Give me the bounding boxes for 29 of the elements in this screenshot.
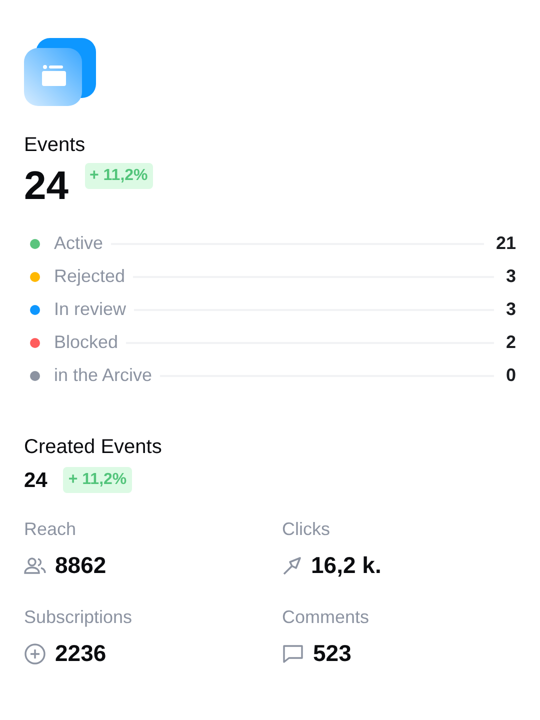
plus-circle-icon: [24, 642, 46, 664]
metric-value: 523: [313, 640, 352, 667]
metric-label: Clicks: [282, 519, 331, 540]
status-label: Rejected: [54, 266, 126, 287]
comment-icon: [282, 644, 304, 664]
change-badge: + 11,2%: [84, 163, 153, 189]
metric-label: Subscriptions: [24, 607, 134, 628]
section-title: Events: [24, 134, 86, 157]
metric-value: 8862: [55, 552, 106, 579]
people-icon: [24, 556, 46, 574]
status-count: 3: [506, 299, 516, 320]
change-badge: + 11,2%: [63, 467, 132, 493]
created-total: 24: [24, 469, 48, 493]
status-label: in the Arcive: [54, 365, 152, 386]
status-label: Active: [54, 233, 104, 254]
section-title: Created Events: [24, 436, 163, 459]
events-total: 24: [24, 165, 68, 207]
metric-label: Comments: [282, 607, 370, 628]
metric-label: Reach: [24, 519, 78, 540]
status-label: In review: [54, 299, 126, 320]
app-logo-icon: [24, 38, 96, 108]
metric-value: 16,2 k.: [311, 552, 382, 579]
metric-value: 2236: [55, 640, 106, 667]
status-count: 3: [506, 266, 516, 287]
status-label: Blocked: [54, 332, 118, 353]
send-icon: [282, 556, 302, 576]
status-count: 21: [496, 233, 516, 254]
status-count: 2: [506, 332, 516, 353]
status-count: 0: [506, 365, 516, 386]
